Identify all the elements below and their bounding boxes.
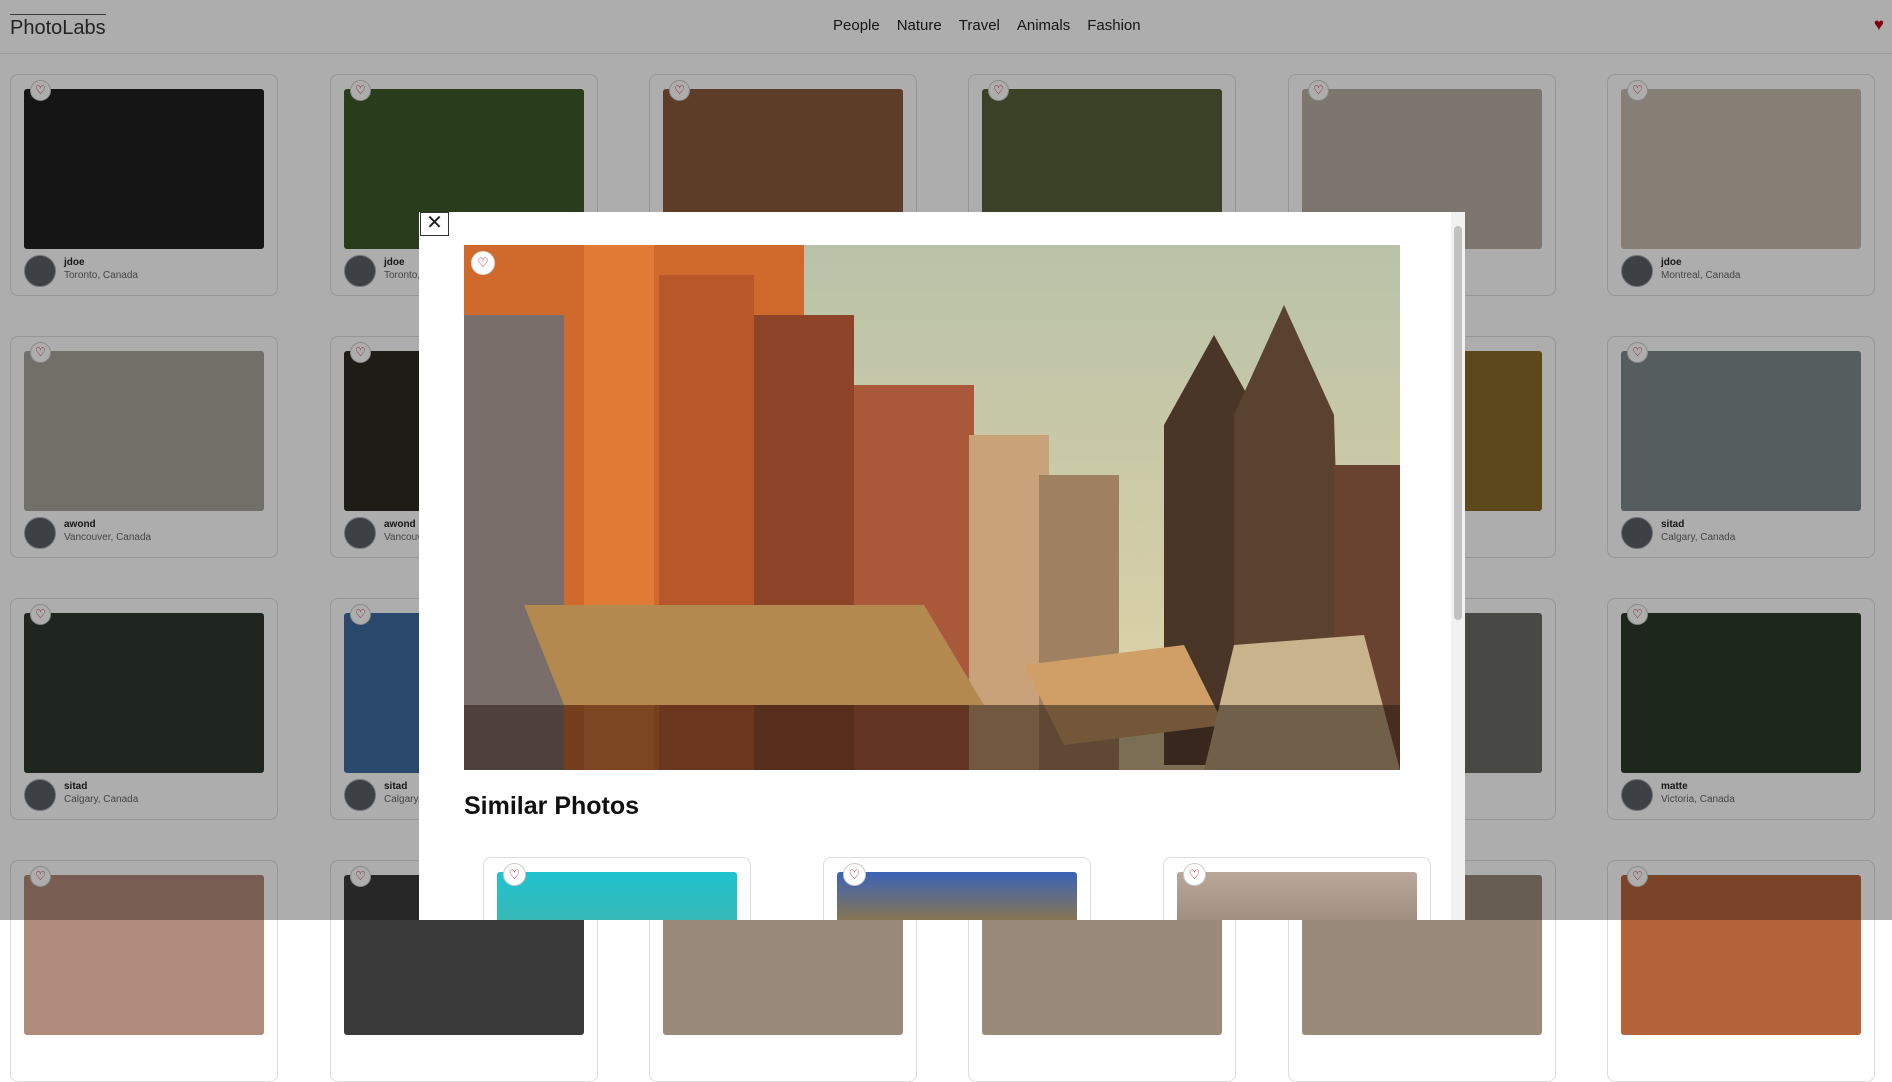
heart-icon[interactable]: ♡ bbox=[503, 863, 526, 886]
heart-icon[interactable]: ♡ bbox=[843, 863, 866, 886]
main-photo-image bbox=[464, 245, 1400, 770]
similar-photo-card[interactable]: ♡ bbox=[1163, 857, 1431, 920]
similar-photo-image[interactable] bbox=[497, 872, 737, 920]
scrollbar-thumb[interactable] bbox=[1454, 226, 1462, 620]
heart-icon[interactable]: ♡ bbox=[1183, 863, 1206, 886]
similar-photos-heading: Similar Photos bbox=[464, 792, 640, 820]
modal-scrollbar[interactable] bbox=[1451, 212, 1465, 920]
heart-icon[interactable]: ♡ bbox=[471, 251, 495, 275]
similar-photo-image[interactable] bbox=[837, 872, 1077, 920]
similar-photo-image[interactable] bbox=[1177, 872, 1417, 920]
close-icon[interactable]: ✕ bbox=[420, 212, 449, 236]
photo-details-modal: ✕ ♡ Similar Photos ♡ ♡ ♡ bbox=[419, 212, 1465, 920]
similar-photo-card[interactable]: ♡ bbox=[483, 857, 751, 920]
main-photo bbox=[464, 245, 1400, 770]
similar-photo-card[interactable]: ♡ bbox=[823, 857, 1091, 920]
